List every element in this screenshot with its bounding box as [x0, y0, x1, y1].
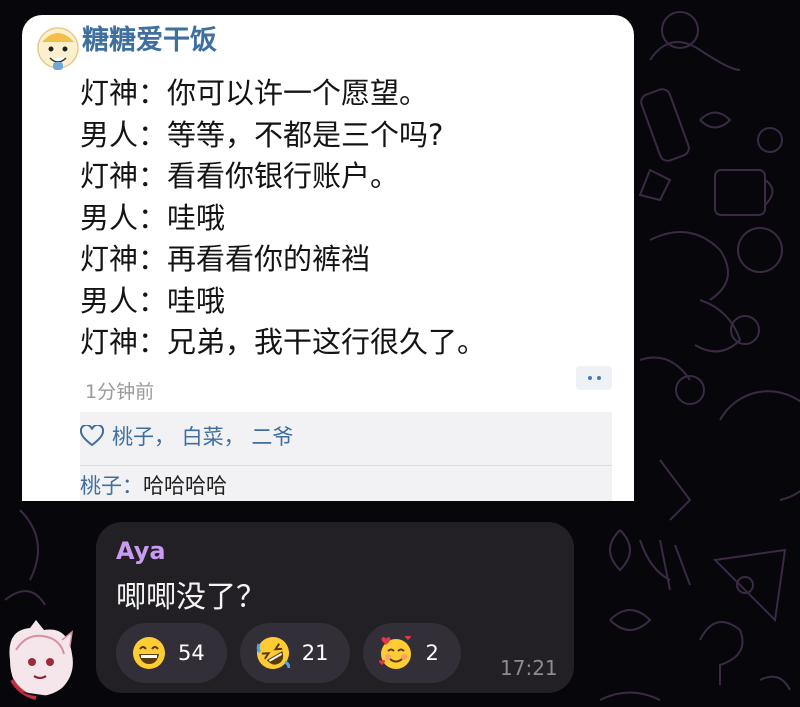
comment-user[interactable]: 桃子： [80, 474, 143, 498]
sender-name[interactable]: Aya [116, 537, 166, 565]
post-line: 灯神：兄弟，我干这行很久了。 [80, 325, 487, 359]
likes-names[interactable]: 桃子， 白菜， 二爷 [112, 421, 293, 451]
comment: 桃子：哈哈哈哈 [80, 470, 227, 500]
smiling-face-with-hearts-icon [379, 636, 412, 669]
post-body: 灯神：你可以许一个愿望。 男人：等等，不都是三个吗? 灯神：看看你银行账户。 男… [80, 73, 486, 364]
divider [80, 465, 612, 466]
post-line: 灯神：看看你银行账户。 [80, 159, 400, 193]
message-bubble[interactable]: Aya 唧唧没了？ 54 21 2 17:21 [96, 522, 574, 693]
reaction-hearts[interactable]: 2 [363, 623, 461, 683]
dot-icon [587, 376, 592, 380]
reaction-count: 54 [178, 641, 205, 665]
post-username[interactable]: 糖糖爱干饭 [82, 18, 217, 57]
post-line: 灯神：再看看你的裤裆 [80, 242, 371, 276]
post-line: 男人：等等，不都是三个吗? [80, 117, 444, 152]
post-card: 糖糖爱干饭 灯神：你可以许一个愿望。 男人：等等，不都是三个吗? 灯神：看看你银… [22, 15, 634, 501]
dot-icon [596, 376, 601, 380]
reaction-rofl[interactable]: 21 [239, 623, 351, 683]
baby-avatar-icon [37, 27, 79, 70]
reaction-count: 2 [425, 641, 439, 665]
reaction-grinning[interactable]: 54 [116, 623, 227, 683]
post-time: 1分钟前 [85, 381, 155, 403]
reaction-count: 21 [301, 641, 329, 665]
message-text: 唧唧没了？ [116, 580, 266, 615]
more-options-button[interactable] [576, 366, 612, 390]
grinning-face-icon [133, 637, 165, 669]
rolling-on-floor-laughing-icon [256, 637, 290, 669]
likes-comments-box: 桃子， 白菜， 二爷 桃子：哈哈哈哈 [80, 412, 612, 501]
heart-icon [80, 425, 104, 447]
post-line: 男人：哇哦 [80, 283, 226, 318]
reactions-bar: 54 21 2 [116, 623, 461, 683]
comment-text: 哈哈哈哈 [143, 474, 227, 498]
post-line: 灯神：你可以许一个愿望。 [80, 76, 429, 110]
anime-avatar-icon[interactable] [2, 620, 78, 700]
likes-row: 桃子， 白菜， 二爷 [80, 416, 293, 456]
message-timestamp: 17:21 [500, 656, 558, 680]
post-line: 男人：哇哦 [80, 200, 226, 235]
